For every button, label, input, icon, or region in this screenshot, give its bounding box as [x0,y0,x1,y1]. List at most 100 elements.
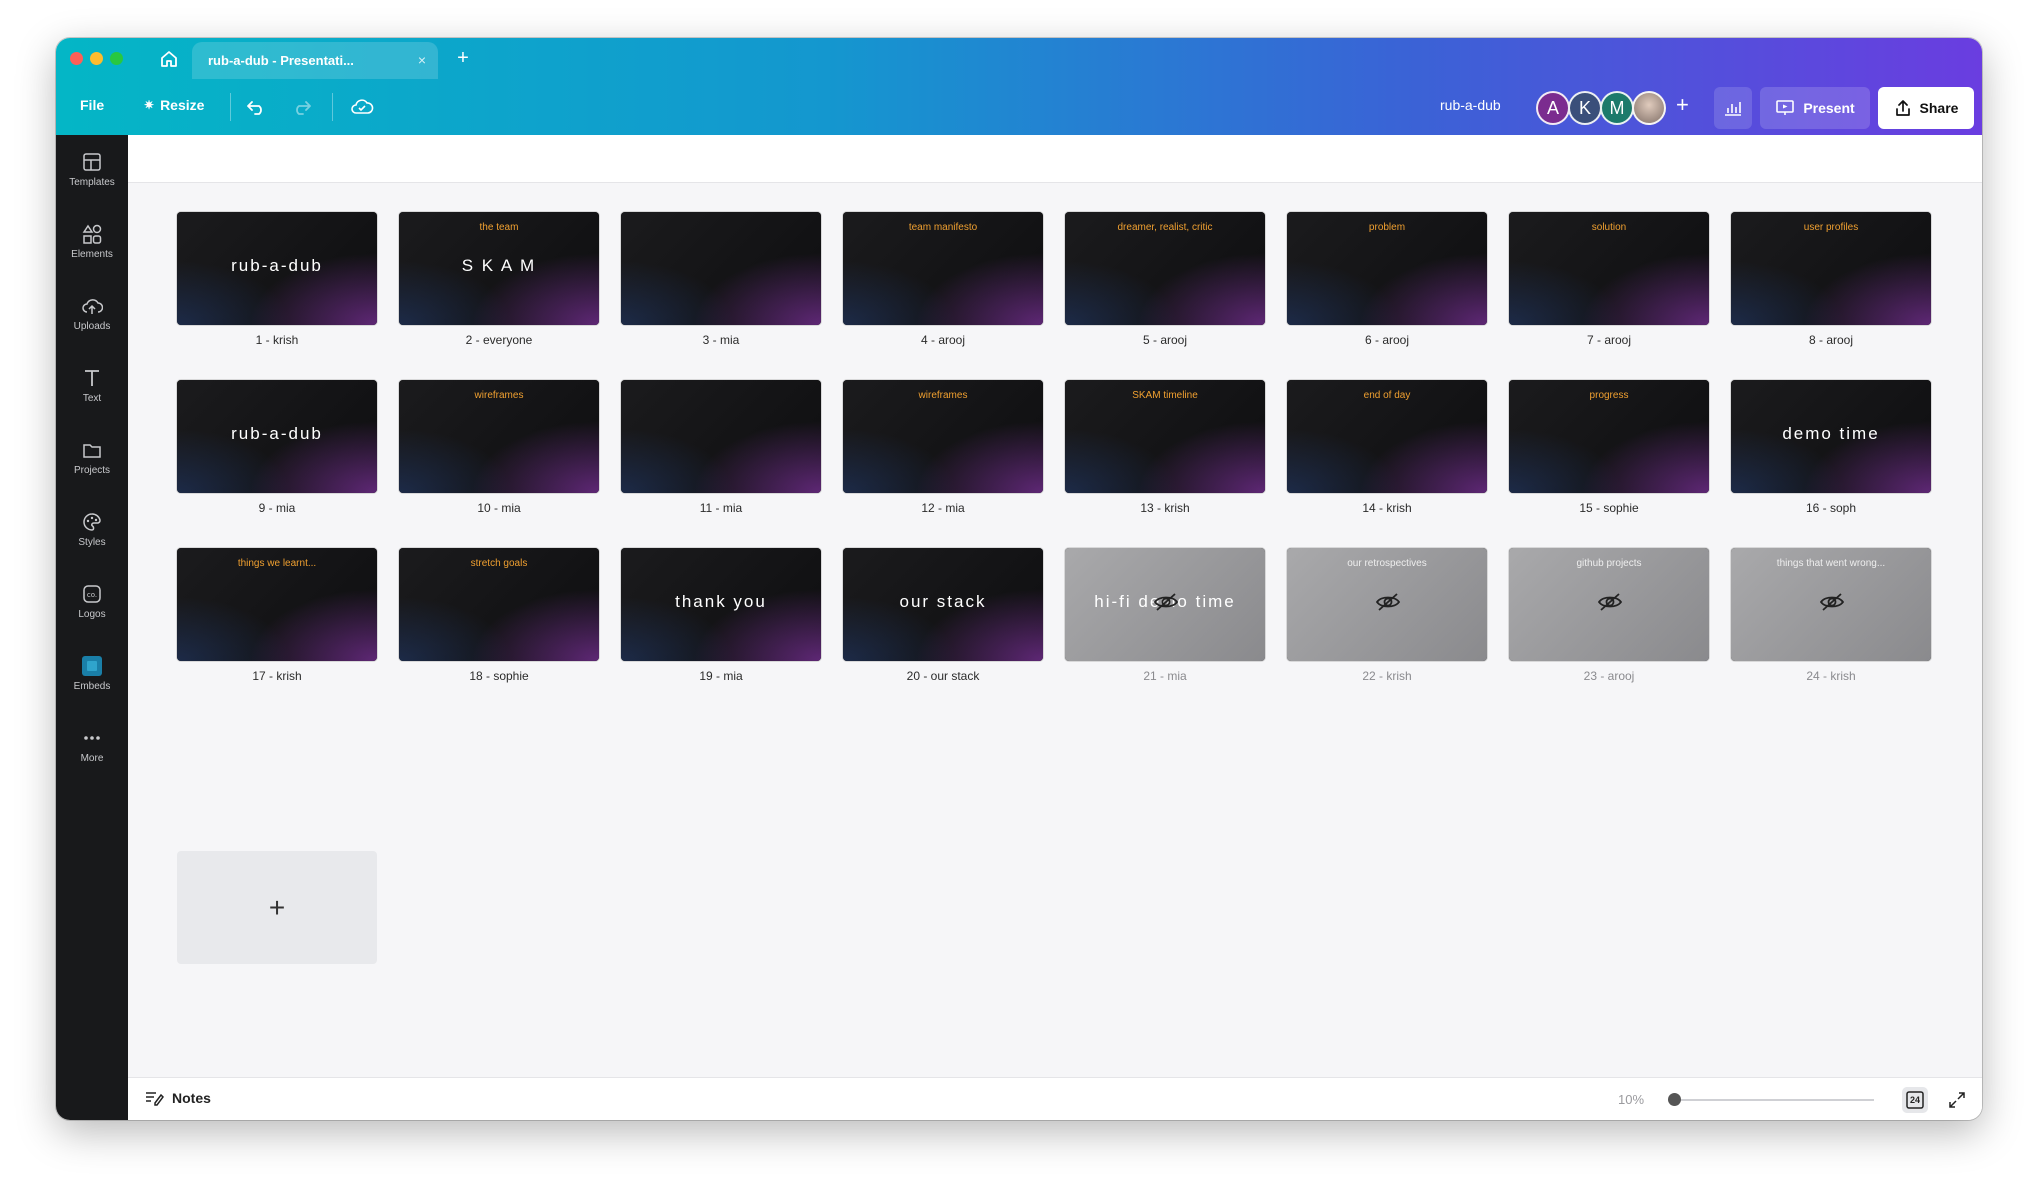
add-collaborator-button[interactable]: + [1676,92,1689,118]
present-label: Present [1803,100,1855,116]
slide-thumbnail[interactable]: demo time [1731,380,1931,493]
slide-thumbnail[interactable]: stretch goals [399,548,599,661]
slide-title: stretch goals [470,558,528,569]
zoom-slider-thumb[interactable] [1668,1093,1681,1106]
file-menu-button[interactable]: File [80,97,104,113]
main-editor: rub-a-dub 1 - krish the team S K A M 2 - eve… [128,135,1982,1120]
sidebar-item-embeds[interactable]: Embeds [56,655,128,713]
slide-thumbnail[interactable]: wireframes [399,380,599,493]
sidebar-item-elements[interactable]: Elements [56,223,128,281]
sidebar-item-styles[interactable]: Styles [56,511,128,569]
sidebar-item-projects[interactable]: Projects [56,439,128,497]
document-tab[interactable]: rub-a-dub - Presentati... × [192,42,438,79]
toolbar-divider [332,93,333,121]
fullscreen-icon[interactable] [1944,1087,1970,1113]
sidebar-item-label: Templates [69,177,115,188]
slide-title: wireframes [918,390,968,401]
share-button[interactable]: Share [1878,87,1974,129]
present-icon [1776,100,1795,115]
elements-icon [82,224,102,244]
slide-thumbnail[interactable]: SKAM timeline [1065,380,1265,493]
slide-thumbnail[interactable]: thank you [621,548,821,661]
slide-grid: rub-a-dub 1 - krish the team S K A M 2 - eve… [128,183,1982,1077]
sidebar-item-logos[interactable]: co. Logos [56,583,128,641]
sparkle-icon: ✷ [144,98,155,112]
slide-caption: 20 - our stack [906,669,980,683]
collaborator-photo-avatar[interactable] [1632,91,1666,125]
sidebar-item-more[interactable]: More [56,727,128,785]
zoom-slider-track[interactable] [1674,1099,1874,1101]
slide-thumbnail[interactable]: hi-fi demo time [1065,548,1265,661]
undo-icon[interactable] [242,93,270,121]
slide-caption: 13 - krish [1140,501,1190,515]
more-icon [84,736,100,740]
new-tab-button[interactable]: + [448,47,478,70]
resize-label: Resize [160,97,205,113]
collaborator-avatar[interactable]: M [1600,91,1634,125]
slide-caption: 5 - arooj [1142,333,1188,347]
home-icon[interactable] [152,46,186,72]
slide-title: our retrospectives [1347,558,1427,569]
cloud-saved-icon[interactable] [348,93,376,121]
document-title[interactable]: rub-a-dub [1440,97,1501,113]
collaborator-avatar[interactable]: A [1536,91,1570,125]
sidebar-item-templates[interactable]: Templates [56,151,128,209]
sidebar-item-text[interactable]: Text [56,367,128,425]
notes-button[interactable]: Notes [144,1090,211,1106]
present-button[interactable]: Present [1760,87,1870,129]
slide-thumbnail[interactable]: our retrospectives [1287,548,1487,661]
bar-chart-icon [1725,102,1741,116]
slide-caption: 18 - sophie [469,669,529,683]
slide-caption: 6 - arooj [1364,333,1410,347]
slide-heading: demo time [1782,424,1880,443]
sidebar-item-label: Projects [73,465,111,476]
slide-thumbnail[interactable]: things that went wrong... [1731,548,1931,661]
slide-caption: 12 - mia [921,501,965,515]
slide-heading: rub-a-dub [231,256,323,275]
tab-close-icon[interactable]: × [418,52,426,68]
toolbar-divider [230,93,231,121]
slide-thumbnail[interactable]: rub-a-dub [177,212,377,325]
slide-thumbnail[interactable]: things we learnt... [177,548,377,661]
zoom-percentage[interactable]: 10% [1618,1092,1644,1107]
slide-caption: 16 - soph [1805,501,1857,515]
slide-heading: S K A M [461,256,537,275]
close-window-button[interactable] [70,52,83,65]
hidden-slide-icon [1375,593,1401,611]
sidebar-item-uploads[interactable]: Uploads [56,295,128,353]
slide-thumbnail[interactable] [621,380,821,493]
slide-thumbnail[interactable] [621,212,821,325]
slide-thumbnail[interactable]: wireframes [843,380,1043,493]
slide-thumbnail[interactable]: end of day [1287,380,1487,493]
slide-thumbnail[interactable]: user profiles [1731,212,1931,325]
minimize-window-button[interactable] [90,52,103,65]
slide-thumbnail[interactable]: problem [1287,212,1487,325]
slide-thumbnail[interactable]: rub-a-dub [177,380,377,493]
slide-thumbnail[interactable]: progress [1509,380,1709,493]
slide-thumbnail[interactable]: solution [1509,212,1709,325]
redo-icon[interactable] [288,93,316,121]
collaborator-avatar[interactable]: K [1568,91,1602,125]
grid-view-button[interactable]: 24 [1902,1087,1928,1113]
slide-title: problem [1368,222,1406,233]
slide-caption: 14 - krish [1362,501,1412,515]
slide-thumbnail[interactable]: the team S K A M [399,212,599,325]
analytics-button[interactable] [1714,87,1752,129]
resize-button[interactable]: ✷ Resize [144,97,204,113]
slide-caption: 1 - krish [255,333,299,347]
notes-label: Notes [172,1090,211,1106]
add-slide-button[interactable]: + [177,851,377,964]
slide-thumbnail[interactable]: our stack [843,548,1043,661]
slide-title: solution [1591,222,1627,233]
slide-caption: 9 - mia [258,501,296,515]
sidebar-item-label: Uploads [73,321,111,332]
browser-tab-strip: rub-a-dub - Presentati... × + [56,38,1982,79]
slide-title: the team [479,222,519,233]
slide-title: github projects [1576,558,1642,569]
slide-thumbnail[interactable]: dreamer, realist, critic [1065,212,1265,325]
maximize-window-button[interactable] [110,52,123,65]
sidebar: Templates Elements Uploads Text Projects… [56,135,128,1120]
slide-title: wireframes [474,390,524,401]
slide-thumbnail[interactable]: team manifesto [843,212,1043,325]
slide-thumbnail[interactable]: github projects [1509,548,1709,661]
